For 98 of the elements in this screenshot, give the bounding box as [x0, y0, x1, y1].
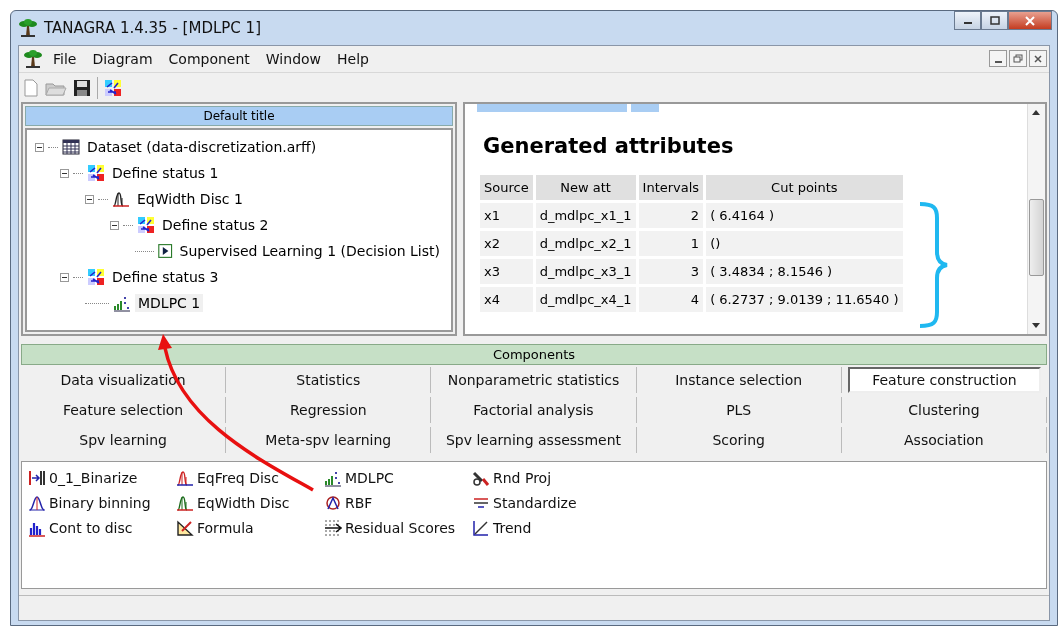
tool-item[interactable]: Cont to disc [28, 515, 160, 541]
menu-item[interactable]: Window [259, 48, 328, 69]
section-title: Components [21, 344, 1047, 366]
tool-item[interactable]: Binary binning [28, 490, 160, 516]
tab[interactable]: Spv learning assessment [431, 427, 637, 454]
play-icon [158, 242, 173, 261]
table-fragment [631, 104, 659, 113]
maximize-icon [989, 16, 1000, 25]
arrows-icon [87, 268, 105, 287]
table-cell: d_mdlpc_x3_1 [535, 259, 636, 285]
minimize-button[interactable] [989, 50, 1007, 68]
histogram-icon [112, 190, 130, 209]
tree-item[interactable]: Define status 3 [109, 268, 222, 287]
bell-curve-icon [28, 493, 46, 512]
column-header: Source [480, 175, 533, 201]
arrows-icon[interactable] [104, 78, 122, 97]
table-cell: 3 [638, 259, 704, 285]
collapse-toggle[interactable] [85, 194, 94, 204]
tab[interactable]: Clustering [841, 397, 1047, 424]
tree-item[interactable]: EqWidth Disc 1 [134, 190, 246, 209]
binarize-icon [28, 468, 46, 487]
collapse-toggle[interactable] [60, 168, 69, 178]
menu-item[interactable]: Help [331, 48, 375, 69]
tool-item[interactable]: MDLPC [324, 465, 456, 491]
tool-item[interactable]: RBF [324, 490, 456, 516]
arrows-icon [87, 164, 105, 183]
close-icon [1024, 15, 1036, 26]
tab[interactable]: Regression [226, 397, 432, 424]
tool-item[interactable]: 0_1_Binarize [28, 465, 160, 491]
trend-line-icon [472, 518, 490, 537]
tab[interactable]: Feature construction [847, 367, 1041, 394]
close-button[interactable] [1008, 11, 1052, 30]
close-button[interactable] [1029, 50, 1047, 68]
report-heading: Generated attributes [483, 134, 735, 159]
tab[interactable]: Scoring [636, 427, 842, 454]
menu-item[interactable]: Diagram [86, 48, 159, 69]
table-cell: ( 6.4164 ) [706, 203, 903, 229]
down-arrow-icon[interactable] [1032, 323, 1040, 329]
tab[interactable]: PLS [636, 397, 842, 424]
table-cell: 4 [638, 287, 704, 313]
document-logo-icon [23, 48, 43, 69]
table-cell: x3 [480, 259, 533, 285]
app-logo-icon [18, 18, 38, 38]
restore-button[interactable] [1009, 50, 1027, 68]
tree-item[interactable]: Define status 1 [109, 164, 222, 183]
tab[interactable]: Instance selection [636, 367, 842, 394]
collapse-toggle[interactable] [60, 272, 69, 282]
table-cell: 2 [638, 203, 704, 229]
tool-item[interactable]: Residual Scores [324, 515, 456, 541]
maximize-button[interactable] [981, 11, 1008, 30]
table-cell: () [706, 231, 903, 257]
tab[interactable]: Statistics [226, 367, 432, 394]
tool-item[interactable]: EqWidth Disc [176, 490, 308, 516]
minimize-icon [994, 60, 1002, 63]
tool-item[interactable]: EqFreq Disc [176, 465, 308, 491]
tab[interactable]: Nonparametric statistics [431, 367, 637, 394]
tool-item[interactable]: Rnd Proj [472, 465, 604, 491]
table-icon [62, 139, 80, 156]
collapse-toggle[interactable] [110, 220, 119, 230]
collapse-toggle[interactable] [35, 142, 44, 152]
table-cell: 1 [638, 231, 704, 257]
column-header: Intervals [638, 175, 704, 201]
arrows-icon [137, 216, 155, 235]
table-cell: ( 3.4834 ; 8.1546 ) [706, 259, 903, 285]
table-cell: d_mdlpc_x2_1 [535, 231, 636, 257]
network-icon [324, 493, 342, 512]
column-header: New att [535, 175, 636, 201]
tool-item[interactable]: Standardize [472, 490, 604, 516]
tab[interactable]: Association [841, 427, 1047, 454]
tool-item[interactable]: Formula [176, 515, 308, 541]
tree-item[interactable]: Supervised Learning 1 (Decision List) [176, 242, 443, 261]
tool-item[interactable]: Trend [472, 515, 604, 541]
scatter-bars-icon [113, 294, 131, 313]
up-arrow-icon[interactable] [1032, 110, 1040, 116]
minimize-button[interactable] [954, 11, 981, 30]
close-icon [1034, 54, 1042, 63]
tab[interactable]: Factorial analysis [431, 397, 637, 424]
dashed-arrow-icon [324, 518, 342, 537]
tab[interactable]: Spv learning [21, 427, 227, 454]
tab[interactable]: Meta-spv learning [226, 427, 432, 454]
window-title: TANAGRA 1.4.35 - [MDLPC 1] [44, 19, 262, 37]
menu-item[interactable]: Component [162, 48, 256, 69]
restore-icon [1013, 54, 1023, 64]
table-cell: x1 [480, 203, 533, 229]
tab[interactable]: Feature selection [21, 397, 227, 424]
scrollbar[interactable] [1027, 104, 1045, 335]
save-icon[interactable] [73, 78, 91, 97]
tree-item[interactable]: Dataset (data-discretization.arff) [84, 138, 320, 157]
panel-title: Default title [25, 106, 453, 127]
table-cell: d_mdlpc_x4_1 [535, 287, 636, 313]
table-cell: x4 [480, 287, 533, 313]
tree-item[interactable]: Define status 2 [159, 216, 272, 235]
column-header: Cut points [706, 175, 903, 201]
table-cell: ( 6.2737 ; 9.0139 ; 11.6540 ) [706, 287, 903, 313]
menu-item[interactable]: File [47, 48, 83, 69]
table-cell: x2 [480, 231, 533, 257]
tree-item[interactable]: MDLPC 1 [135, 294, 204, 313]
table-cell: d_mdlpc_x1_1 [535, 203, 636, 229]
